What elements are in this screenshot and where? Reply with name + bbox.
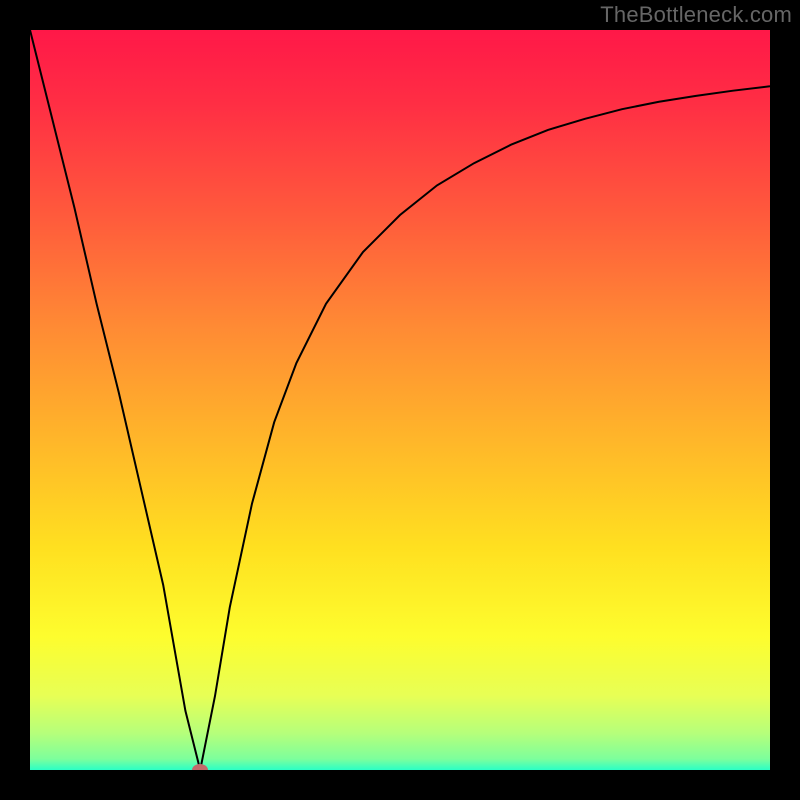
optimum-marker [192, 764, 208, 770]
watermark-text: TheBottleneck.com [600, 2, 792, 28]
chart-frame: TheBottleneck.com [0, 0, 800, 800]
curve-path [30, 30, 770, 770]
bottleneck-curve [30, 30, 770, 770]
plot-area [30, 30, 770, 770]
